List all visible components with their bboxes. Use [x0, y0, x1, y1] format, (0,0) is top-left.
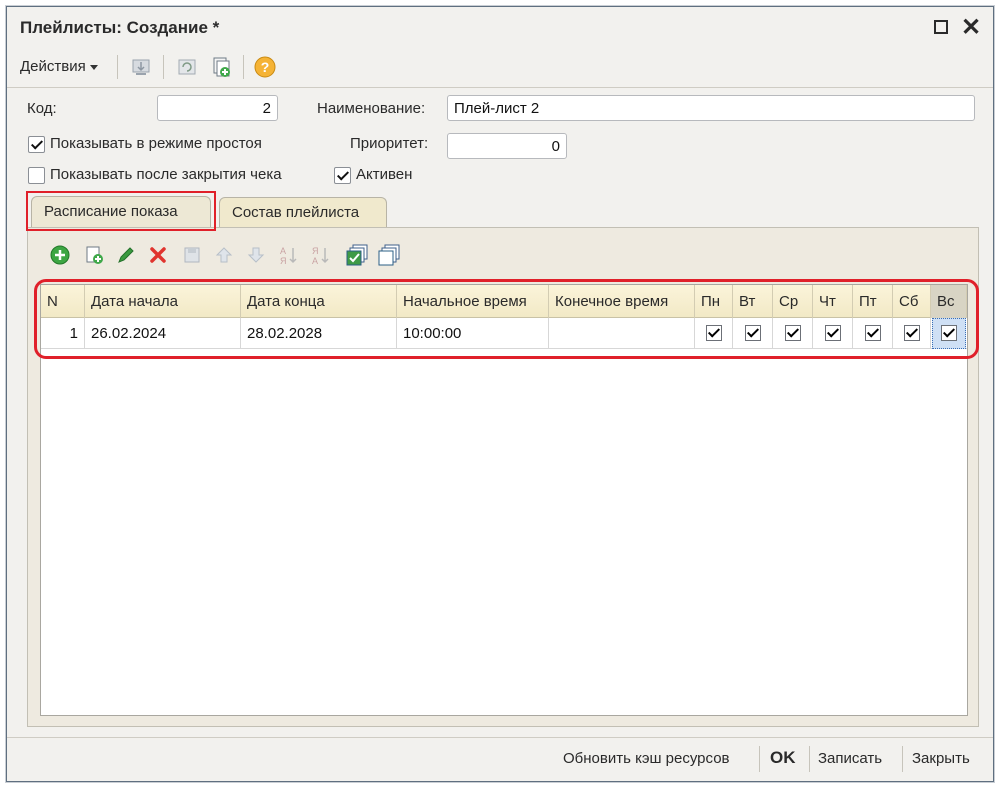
- priority-input[interactable]: [447, 133, 567, 159]
- save-icon[interactable]: [180, 243, 204, 267]
- uncheck-all-icon[interactable]: [378, 243, 402, 267]
- toolbar-divider: [7, 87, 993, 88]
- svg-text:А: А: [280, 246, 286, 256]
- svg-text:Я: Я: [312, 246, 319, 256]
- active-checkbox[interactable]: [334, 167, 351, 184]
- copy-row-icon[interactable]: [82, 243, 106, 267]
- help-icon[interactable]: ?: [253, 55, 277, 79]
- toolbar-separator: [243, 55, 244, 79]
- show-after-receipt-label: Показывать после закрытия чека: [50, 166, 282, 183]
- command-bar: Обновить кэш ресурсов OK Записать Закрыт…: [7, 738, 993, 782]
- command-separator: [809, 746, 810, 772]
- move-icon[interactable]: [129, 55, 153, 79]
- show-after-receipt-checkbox[interactable]: [28, 167, 45, 184]
- close-button[interactable]: Закрыть: [912, 750, 970, 767]
- edit-icon[interactable]: [114, 243, 138, 267]
- code-label: Код:: [27, 100, 57, 117]
- show-idle-label: Показывать в режиме простоя: [50, 135, 262, 152]
- close-window-button[interactable]: ✕: [961, 14, 981, 41]
- add-icon[interactable]: [48, 243, 72, 267]
- copy-document-icon[interactable]: [209, 55, 233, 79]
- sort-asc-icon[interactable]: АЯ: [276, 243, 300, 267]
- show-idle-checkbox[interactable]: [28, 136, 45, 153]
- toolbar-separator: [117, 55, 118, 79]
- sort-desc-icon[interactable]: ЯА: [308, 243, 332, 267]
- actions-menu-label: Действия: [20, 58, 86, 75]
- refresh-icon[interactable]: [175, 55, 199, 79]
- check-all-icon[interactable]: [346, 243, 370, 267]
- maximize-button[interactable]: [931, 17, 951, 37]
- move-down-icon[interactable]: [244, 243, 268, 267]
- code-input[interactable]: [157, 95, 278, 121]
- help-glyph: ?: [261, 59, 270, 75]
- svg-text:А: А: [312, 256, 318, 266]
- grid-toolbar: АЯ ЯА: [42, 240, 442, 270]
- priority-label: Приоритет:: [350, 135, 429, 152]
- actions-menu-button[interactable]: Действия: [20, 58, 98, 75]
- tab-playlist-contents[interactable]: Состав плейлиста: [219, 197, 387, 227]
- playlist-create-window: Плейлисты: Создание * ✕ Действия ? Код: …: [6, 6, 994, 782]
- title-bar: Плейлисты: Создание * ✕: [7, 7, 993, 49]
- svg-text:Я: Я: [280, 256, 287, 266]
- move-up-icon[interactable]: [212, 243, 236, 267]
- row-highlight-annotation: [34, 279, 979, 359]
- main-toolbar: Действия ?: [7, 49, 993, 85]
- maximize-icon: [934, 20, 948, 34]
- delete-icon[interactable]: [146, 243, 170, 267]
- tab-highlight-annotation: [26, 191, 216, 231]
- toolbar-separator: [163, 55, 164, 79]
- name-input[interactable]: [447, 95, 975, 121]
- tab-playlist-contents-label: Состав плейлиста: [232, 204, 360, 221]
- caret-down-icon: [89, 64, 98, 70]
- command-separator: [759, 746, 760, 772]
- ok-button[interactable]: OK: [770, 748, 796, 768]
- save-button[interactable]: Записать: [818, 750, 882, 767]
- active-label: Активен: [356, 166, 413, 183]
- command-separator: [902, 746, 903, 772]
- window-title: Плейлисты: Создание *: [20, 18, 220, 37]
- name-label: Наименование:: [317, 100, 426, 117]
- refresh-cache-button[interactable]: Обновить кэш ресурсов: [563, 750, 730, 767]
